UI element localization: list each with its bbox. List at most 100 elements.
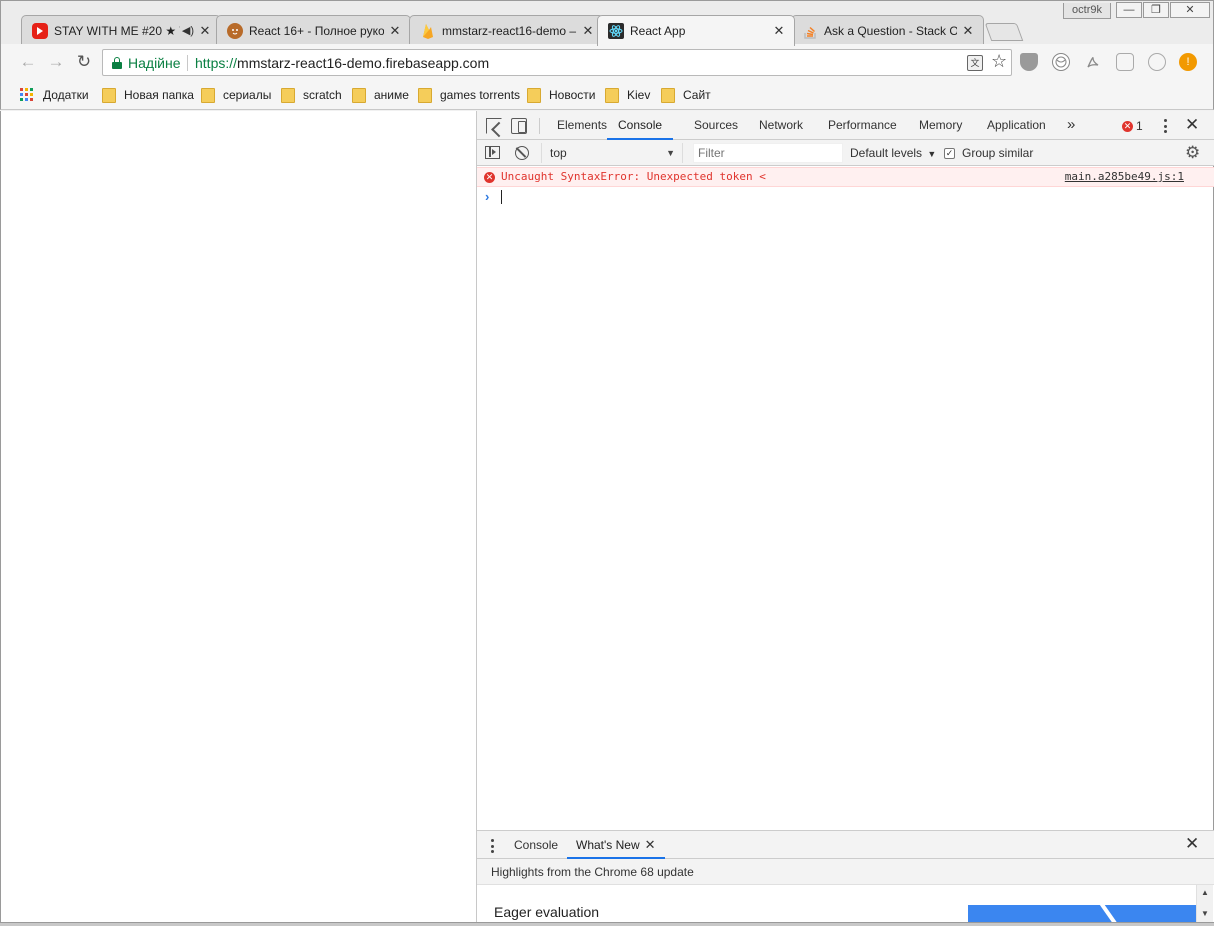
alert-extension-icon[interactable]: ! (1179, 53, 1197, 71)
browser-tab-active[interactable]: React App ✕ (597, 15, 795, 46)
tab-close-icon[interactable]: ✕ (198, 23, 212, 39)
drawer-menu-icon[interactable] (489, 838, 495, 854)
secure-label[interactable]: Надійне (128, 55, 181, 71)
tab-close-icon[interactable]: ✕ (388, 23, 402, 39)
profile-button[interactable]: octr9k (1063, 3, 1111, 19)
close-tab-icon[interactable]: ✕ (645, 837, 656, 852)
fox-icon (227, 22, 243, 39)
tab-performance[interactable]: Performance (828, 111, 897, 140)
device-toolbar-icon[interactable] (511, 118, 527, 134)
close-window-button[interactable]: ✕ (1170, 2, 1210, 18)
chevron-down-icon: ▼ (666, 148, 675, 158)
tab-network[interactable]: Network (759, 111, 803, 140)
browser-tab[interactable]: STAY WITH ME #20 ★ W ◀) ✕ (21, 15, 221, 45)
clear-console-icon[interactable] (515, 146, 529, 160)
filter-input[interactable] (693, 143, 843, 163)
url-host: mmstarz-react16-demo.firebaseapp.com (237, 55, 490, 71)
url-text[interactable]: https://mmstarz-react16-demo.firebaseapp… (195, 55, 489, 71)
error-text: Uncaught SyntaxError: Unexpected token < (501, 170, 766, 183)
whats-new-heading: Highlights from the Chrome 68 update (477, 859, 1214, 885)
tab-title: Ask a Question - Stack Over (824, 23, 957, 38)
tab-title: React 16+ - Полное руково (249, 23, 384, 38)
error-source-link[interactable]: main.a285be49.js:1 (1065, 170, 1184, 183)
error-icon: ✕ (1122, 120, 1133, 132)
inspect-element-icon[interactable] (486, 118, 502, 134)
url-scheme: https:// (195, 55, 238, 71)
prompt-chevron-icon: › (485, 189, 490, 204)
browser-tab[interactable]: mmstarz-react16-demo – Ho ✕ (409, 15, 604, 45)
console-settings-icon[interactable]: ⚙ (1185, 144, 1200, 162)
tab-close-icon[interactable]: ✕ (772, 23, 786, 39)
devtools-tab-bar: Elements Console Sources Network Perform… (477, 111, 1214, 140)
close-drawer-button[interactable]: ✕ (1185, 834, 1199, 854)
page-viewport[interactable] (0, 111, 476, 924)
tab-audio-icon[interactable]: ◀) (182, 24, 194, 37)
drawer-tab-label: What's New (576, 838, 640, 852)
drawer-scrollbar[interactable]: ▲ ▼ (1196, 885, 1213, 923)
more-tabs-icon[interactable]: » (1067, 111, 1075, 140)
tab-close-icon[interactable]: ✕ (961, 23, 975, 39)
bookmark-label: Додатки (43, 88, 89, 102)
folder-icon (201, 87, 215, 103)
title-bar: octr9k — ❐ ✕ STAY WITH ME #20 ★ W ◀) ✕ R… (0, 0, 1214, 46)
devtools-panel: Elements Console Sources Network Perform… (476, 111, 1214, 923)
tab-title: mmstarz-react16-demo – Ho (442, 23, 577, 38)
bookmark-folder[interactable]: scratch (281, 86, 342, 104)
address-bar[interactable]: Надійне https://mmstarz-react16-demo.fir… (102, 49, 1012, 76)
devtools-menu-icon[interactable] (1160, 118, 1170, 134)
tab-console[interactable]: Console (607, 111, 674, 140)
bookmark-folder[interactable]: сериалы (201, 86, 271, 104)
whats-new-content: Eager evaluation (477, 885, 1214, 923)
bookmark-folder[interactable]: Новая папка (102, 86, 194, 104)
close-devtools-button[interactable]: ✕ (1185, 115, 1199, 135)
log-levels-dropdown[interactable]: Default levels ▼ (850, 143, 936, 163)
new-tab-button[interactable] (984, 23, 1024, 41)
drawer-tab-whats-new[interactable]: What's New ✕ (567, 831, 665, 859)
tab-close-icon[interactable]: ✕ (581, 23, 595, 39)
pdf-extension-icon[interactable] (1084, 53, 1102, 71)
levels-label: Default levels (850, 146, 923, 160)
bookmark-folder[interactable]: Новости (527, 86, 595, 104)
shield-extension-icon[interactable] (1020, 53, 1038, 71)
bookmark-folder[interactable]: games torrents (418, 86, 520, 104)
drawer-tab-console[interactable]: Console (514, 831, 558, 859)
group-similar-checkbox[interactable]: ✓ (944, 147, 955, 159)
reload-button[interactable]: ↻ (73, 51, 95, 73)
tab-elements[interactable]: Elements (557, 111, 607, 140)
grid-extension-icon[interactable] (1116, 53, 1134, 71)
group-similar-toggle[interactable]: ✓ Group similar (944, 143, 1033, 163)
tab-memory[interactable]: Memory (919, 111, 962, 140)
tab-title: React App (630, 24, 686, 38)
back-button[interactable]: ← (17, 51, 39, 73)
apps-shortcut[interactable]: Додатки (20, 86, 89, 104)
bookmark-folder[interactable]: аниме (352, 86, 409, 104)
timer-extension-icon[interactable] (1148, 53, 1166, 71)
translate-icon[interactable]: 文 (967, 55, 983, 71)
context-selector[interactable]: top ▼ (541, 143, 683, 163)
tab-title: STAY WITH ME #20 ★ W (54, 23, 180, 38)
vpn-extension-icon[interactable] (1052, 53, 1070, 71)
restore-button[interactable]: ❐ (1143, 2, 1169, 18)
error-counter[interactable]: ✕ 1 (1122, 118, 1143, 134)
browser-tab[interactable]: Ask a Question - Stack Over ✕ (791, 15, 984, 45)
console-sidebar-icon[interactable] (485, 146, 500, 159)
browser-tab[interactable]: React 16+ - Полное руково ✕ (216, 15, 411, 45)
toolbar-divider (539, 118, 540, 134)
bookmark-label: Новости (549, 88, 596, 102)
apps-grid-icon (20, 88, 34, 102)
browser-toolbar: ← → ↻ Надійне https://mmstarz-react16-de… (0, 44, 1214, 80)
tab-sources[interactable]: Sources (694, 111, 738, 140)
console-error-message[interactable]: ✕ Uncaught SyntaxError: Unexpected token… (477, 167, 1214, 187)
forward-button[interactable]: → (45, 51, 67, 73)
tab-strip: STAY WITH ME #20 ★ W ◀) ✕ React 16+ - По… (11, 15, 1041, 46)
bookmark-star-icon[interactable]: ☆ (991, 51, 1007, 72)
error-icon: ✕ (484, 172, 495, 183)
lock-icon[interactable] (112, 57, 122, 69)
scroll-up-icon[interactable]: ▲ (1201, 888, 1209, 897)
scroll-down-icon[interactable]: ▼ (1201, 909, 1209, 918)
console-prompt[interactable]: › (477, 188, 1214, 206)
minimize-button[interactable]: — (1116, 2, 1142, 18)
bookmark-folder[interactable]: Kiev (605, 86, 650, 104)
tab-application[interactable]: Application (987, 111, 1046, 140)
bookmark-folder[interactable]: Сайт (661, 86, 711, 104)
